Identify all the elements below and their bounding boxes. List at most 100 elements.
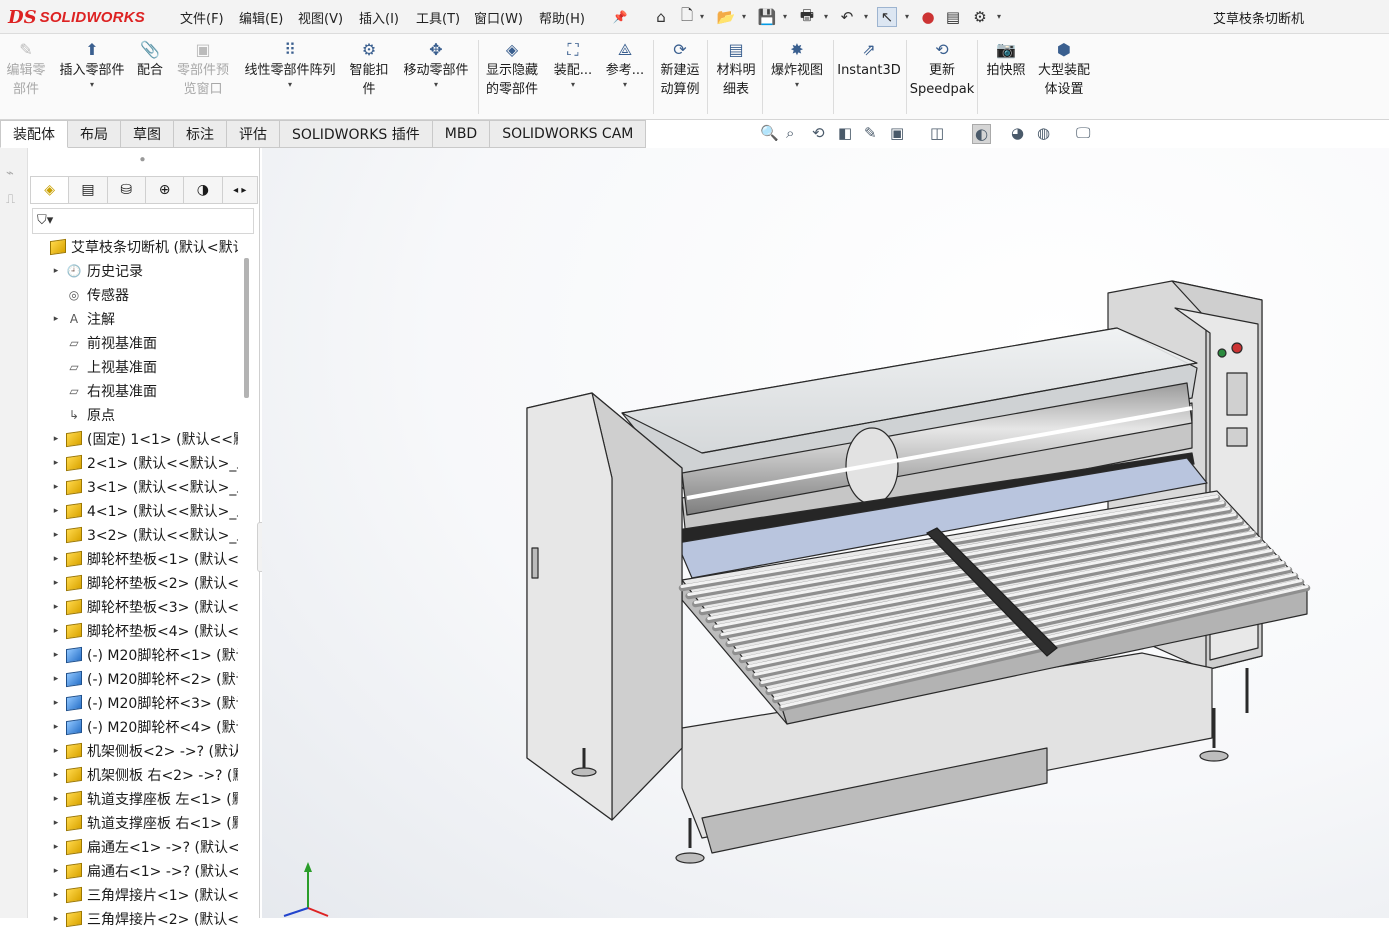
expand-arrow-icon[interactable]: ▸ — [48, 602, 64, 612]
expand-arrow-icon[interactable]: ▸ — [48, 266, 64, 276]
tree-item[interactable]: ▸ 脚轮杯垫板<2> (默认< — [48, 571, 238, 595]
sketch-icon[interactable]: ⌁ — [6, 166, 14, 181]
expand-arrow-icon[interactable]: ▸ — [48, 554, 64, 564]
tree-item[interactable]: ▸ 三角焊接片<2> (默认< — [48, 907, 238, 931]
menu-item-5[interactable]: 窗口(W) — [474, 8, 523, 27]
dropdown-arrow-icon[interactable]: ▾ — [824, 12, 828, 21]
expand-arrow-icon[interactable]: ▸ — [48, 434, 64, 444]
previous-view-icon[interactable]: ⟲ — [812, 124, 825, 142]
smart-fasteners-button[interactable]: ⚙ 智能扣件 — [345, 38, 394, 99]
edit-appearance-icon[interactable]: ◕ — [1011, 124, 1024, 142]
expand-arrow-icon[interactable]: ▸ — [48, 650, 64, 660]
expand-arrow-icon[interactable]: ▸ — [48, 506, 64, 516]
tree-item[interactable]: ▸ 扁通右<1> ->? (默认< — [48, 859, 238, 883]
tree-item[interactable]: ▸ 🕘 历史记录 — [48, 259, 238, 283]
tree-item[interactable]: ↳ 原点 — [48, 403, 238, 427]
zoom-to-fit-icon[interactable]: 🔍 — [760, 124, 779, 142]
menu-item-2[interactable]: 视图(V) — [298, 8, 343, 27]
new-document-icon[interactable]: 🗋 — [677, 6, 697, 27]
pin-icon[interactable]: 📌 — [610, 7, 630, 27]
expand-arrow-icon[interactable]: ▸ — [48, 530, 64, 540]
expand-arrow-icon[interactable]: ▸ — [48, 818, 64, 828]
panel-splitter-handle[interactable]: ⦁ — [140, 154, 145, 165]
tree-scrollbar[interactable] — [244, 258, 249, 398]
print-icon[interactable]: 🖶 — [797, 6, 817, 27]
tab-1[interactable]: 布局 — [68, 120, 121, 148]
apply-scene-icon[interactable]: ◍ — [1037, 124, 1050, 142]
dropdown-arrow-icon[interactable]: ▾ — [997, 12, 1001, 21]
view-orientation-icon[interactable]: ▣ — [890, 124, 904, 142]
expand-arrow-icon[interactable]: ▸ — [48, 842, 64, 852]
expand-arrow-icon[interactable]: ▸ — [48, 578, 64, 588]
tree-item[interactable]: ▸ A 注解 — [48, 307, 238, 331]
component-preview-button[interactable]: ▣ 零部件预 览窗口 — [172, 38, 234, 99]
tree-item[interactable]: ▸ 三角焊接片<1> (默认< — [48, 883, 238, 907]
move-component-button[interactable]: ✥ 移动零部件 ▾ — [399, 38, 474, 90]
tree-item[interactable]: ▸ 脚轮杯垫板<3> (默认< — [48, 595, 238, 619]
dimxpert-icon[interactable]: ⊕ — [146, 177, 185, 203]
tree-item[interactable]: ▸ 扁通左<1> ->? (默认< — [48, 835, 238, 859]
expand-arrow-icon[interactable]: ▸ — [48, 890, 64, 900]
expand-arrow-icon[interactable]: ▸ — [48, 866, 64, 876]
chevron-down-icon[interactable]: ▾ — [571, 80, 575, 90]
menu-item-0[interactable]: 文件(F) — [180, 8, 224, 27]
tree-item[interactable]: ▱ 前视基准面 — [48, 331, 238, 355]
chevron-down-icon[interactable]: ▾ — [795, 80, 799, 90]
home-icon[interactable]: ⌂ — [651, 7, 671, 27]
expand-arrow-icon[interactable]: ▸ — [48, 482, 64, 492]
new-motion-study-button[interactable]: ⟳ 新建运 动算例 — [656, 38, 705, 99]
tree-filter[interactable]: ⛉▾ — [32, 208, 254, 234]
smart-dimension-icon[interactable]: ⎍ — [6, 192, 15, 207]
tree-item[interactable]: ▸ 2<1> (默认<<默认>_显 — [48, 451, 238, 475]
chevron-down-icon[interactable]: ▾ — [434, 80, 438, 90]
tab-5[interactable]: SOLIDWORKS 插件 — [280, 120, 433, 148]
reference-geometry-button[interactable]: ⟁ 参考... ▾ — [588, 38, 663, 90]
tree-item[interactable]: ▸ 4<1> (默认<<默认>_显 — [48, 499, 238, 523]
property-manager-icon[interactable]: ▤ — [69, 177, 108, 203]
chevron-down-icon[interactable]: ▾ — [288, 80, 292, 90]
expand-arrow-icon[interactable]: ▸ — [48, 626, 64, 636]
configuration-manager-icon[interactable]: ⛁ — [108, 177, 146, 203]
tree-item[interactable]: ▸ (-) M20脚轮杯<4> (默认 — [48, 715, 238, 739]
menu-item-6[interactable]: 帮助(H) — [539, 8, 585, 27]
tree-item[interactable]: ▸ 机架侧板 右<2> ->? (默 — [48, 763, 238, 787]
file-properties-icon[interactable]: ▤ — [943, 7, 963, 27]
tree-item[interactable]: ▸ 脚轮杯垫板<1> (默认< — [48, 547, 238, 571]
tree-item[interactable]: ▸ 脚轮杯垫板<4> (默认< — [48, 619, 238, 643]
tab-scroll-arrows[interactable]: ◂ ▸ — [223, 177, 257, 203]
insert-components-button[interactable]: ⬆ 插入零部件 ▾ — [55, 38, 130, 90]
expand-arrow-icon[interactable]: ▸ — [48, 314, 64, 324]
tree-item[interactable]: ▸ 轨道支撑座板 左<1> (默 — [48, 787, 238, 811]
show-hidden-button[interactable]: ◈ 显示隐藏 的零部件 — [481, 38, 543, 99]
tab-6[interactable]: MBD — [432, 120, 491, 148]
tree-item[interactable]: ▸ (固定) 1<1> (默认<<默 — [48, 427, 238, 451]
dropdown-arrow-icon[interactable]: ▾ — [783, 12, 787, 21]
tree-item[interactable]: ◎ 传感器 — [48, 283, 238, 307]
tree-item[interactable]: ▸ (-) M20脚轮杯<3> (默认 — [48, 691, 238, 715]
zoom-area-icon[interactable]: ⌕ — [786, 124, 794, 142]
tab-7[interactable]: SOLIDWORKS CAM — [490, 120, 647, 148]
dropdown-arrow-icon[interactable]: ▾ — [742, 12, 746, 21]
menu-item-1[interactable]: 编辑(E) — [239, 8, 283, 27]
bill-of-materials-button[interactable]: ▤ 材料明 细表 — [712, 38, 761, 99]
menu-item-3[interactable]: 插入(I) — [359, 8, 399, 27]
tab-0[interactable]: 装配体 — [0, 120, 68, 148]
select-cursor-icon[interactable]: ↖ — [877, 7, 897, 27]
expand-arrow-icon[interactable]: ▸ — [48, 770, 64, 780]
tab-4[interactable]: 评估 — [227, 120, 280, 148]
rebuild-light-icon[interactable]: ● — [918, 7, 938, 27]
large-assembly-button[interactable]: ⬢ 大型装配 体设置 — [1033, 38, 1095, 99]
linear-pattern-button[interactable]: ⠿ 线性零部件阵列 ▾ — [240, 38, 341, 90]
chevron-down-icon[interactable]: ▾ — [623, 80, 627, 90]
dynamic-annotation-icon[interactable]: ✎ — [864, 124, 877, 142]
tree-item[interactable]: ▸ 3<1> (默认<<默认>_显 — [48, 475, 238, 499]
display-style-icon[interactable]: ◫ — [930, 124, 944, 142]
tree-item[interactable]: ▱ 右视基准面 — [48, 379, 238, 403]
mate-button[interactable]: 📎 配合 — [132, 38, 168, 80]
dropdown-arrow-icon[interactable]: ▾ — [905, 12, 909, 21]
tree-item[interactable]: ▸ 机架侧板<2> ->? (默认 — [48, 739, 238, 763]
options-gear-icon[interactable]: ⚙ — [970, 7, 990, 27]
undo-icon[interactable]: ↶ — [837, 7, 857, 27]
tree-item[interactable]: ▸ (-) M20脚轮杯<2> (默认 — [48, 667, 238, 691]
tab-3[interactable]: 标注 — [174, 120, 227, 148]
